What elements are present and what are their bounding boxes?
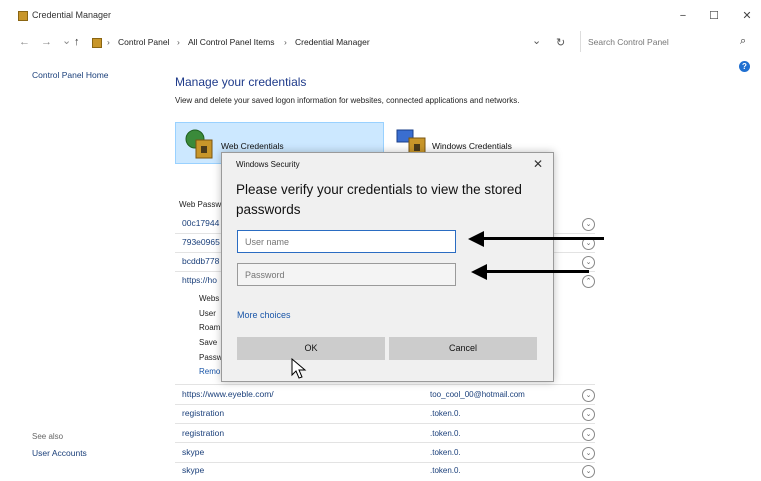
credential-row-account: too_cool_00@hotmail.com [430, 390, 525, 399]
credential-row-name: https://ho [182, 275, 217, 285]
back-arrow-icon[interactable]: ← [19, 36, 30, 48]
credential-row-name: bcddb778 [182, 256, 220, 266]
credential-row[interactable] [175, 404, 595, 424]
chevron-down-icon[interactable]: ⌄ [582, 218, 595, 231]
recent-locations-icon[interactable]: ⌄ [62, 34, 71, 47]
dialog-title: Windows Security [236, 160, 300, 169]
breadcrumb-separator: › [177, 37, 180, 47]
cancel-button[interactable]: Cancel [389, 337, 537, 360]
credential-row-name: 793e0965 [182, 237, 220, 247]
refresh-icon[interactable]: ↻ [556, 36, 565, 49]
page-subtitle: View and delete your saved logon informa… [175, 96, 520, 105]
detail-label: Roam [199, 323, 221, 332]
detail-label: User [199, 309, 216, 318]
credential-row-name: skype [182, 447, 205, 457]
help-icon[interactable]: ? [739, 61, 750, 72]
user-accounts-link[interactable]: User Accounts [32, 448, 87, 458]
chevron-down-icon[interactable]: ⌄ [582, 465, 595, 478]
breadcrumb-separator: › [107, 37, 110, 47]
password-field[interactable] [237, 263, 456, 286]
minimize-button[interactable]: − [673, 8, 693, 24]
title-bar [0, 0, 761, 32]
credential-row[interactable] [175, 423, 595, 443]
chevron-down-icon[interactable]: ⌄ [582, 256, 595, 269]
dialog-close-button[interactable]: ✕ [533, 157, 543, 171]
arrow-shaft [485, 270, 589, 273]
credential-row-name: registration [182, 428, 225, 438]
credential-row-account: .token.0. [430, 448, 461, 457]
credential-manager-icon [18, 11, 28, 21]
close-window-button[interactable]: ✕ [737, 8, 757, 24]
credential-row-name: registration [182, 408, 225, 418]
web-credentials-icon [184, 128, 214, 160]
chevron-down-icon[interactable]: ⌄ [582, 408, 595, 421]
address-dropdown-icon[interactable]: ⌄ [532, 34, 541, 47]
page-title: Manage your credentials [175, 75, 307, 89]
tab-windows-credentials[interactable]: Windows Credentials [432, 141, 512, 151]
web-passwords-heading: Web Passw [179, 200, 222, 209]
chevron-down-icon[interactable]: ⌄ [582, 389, 595, 402]
window-title: Credential Manager [32, 10, 112, 20]
breadcrumb-separator: › [284, 37, 287, 47]
see-also-heading: See also [32, 432, 64, 441]
remove-link[interactable]: Remo [199, 367, 220, 376]
credential-row[interactable] [175, 443, 595, 463]
chevron-down-icon[interactable]: ⌄ [582, 428, 595, 441]
control-panel-home-link[interactable]: Control Panel Home [32, 70, 109, 80]
breadcrumb-control-panel[interactable]: Control Panel [118, 37, 170, 47]
chevron-down-icon[interactable]: ⌄ [582, 447, 595, 460]
tab-web-credentials-label: Web Credentials [221, 141, 284, 151]
chevron-up-icon[interactable]: ⌃ [582, 275, 595, 288]
search-icon[interactable]: ⌕ [740, 35, 746, 48]
credential-row-name: https://www.eyeble.com/ [182, 389, 274, 399]
detail-label: Save [199, 338, 218, 347]
ok-button[interactable]: OK [237, 337, 385, 360]
detail-label: Passw [199, 353, 223, 362]
username-field[interactable] [237, 230, 456, 253]
credential-row[interactable] [175, 462, 595, 481]
maximize-button[interactable]: ☐ [704, 8, 724, 24]
up-arrow-icon[interactable]: ↑ [74, 36, 80, 48]
credential-row-name: skype [182, 465, 205, 475]
control-panel-icon [92, 38, 102, 48]
breadcrumb-credential-manager[interactable]: Credential Manager [295, 37, 370, 47]
credential-row-account: .token.0. [430, 409, 461, 418]
forward-arrow-icon[interactable]: → [41, 36, 52, 48]
credential-row-name: 00c17944 [182, 218, 220, 228]
search-placeholder: Search Control Panel [588, 37, 669, 47]
dialog-heading: Please verify your credentials to view t… [236, 182, 522, 217]
more-choices-link[interactable]: More choices [237, 310, 291, 320]
detail-label: Webs [199, 294, 220, 303]
breadcrumb-all-items[interactable]: All Control Panel Items [188, 37, 274, 47]
arrow-shaft [482, 237, 604, 240]
mouse-pointer-icon [291, 357, 307, 380]
credential-row-account: .token.0. [430, 429, 461, 438]
